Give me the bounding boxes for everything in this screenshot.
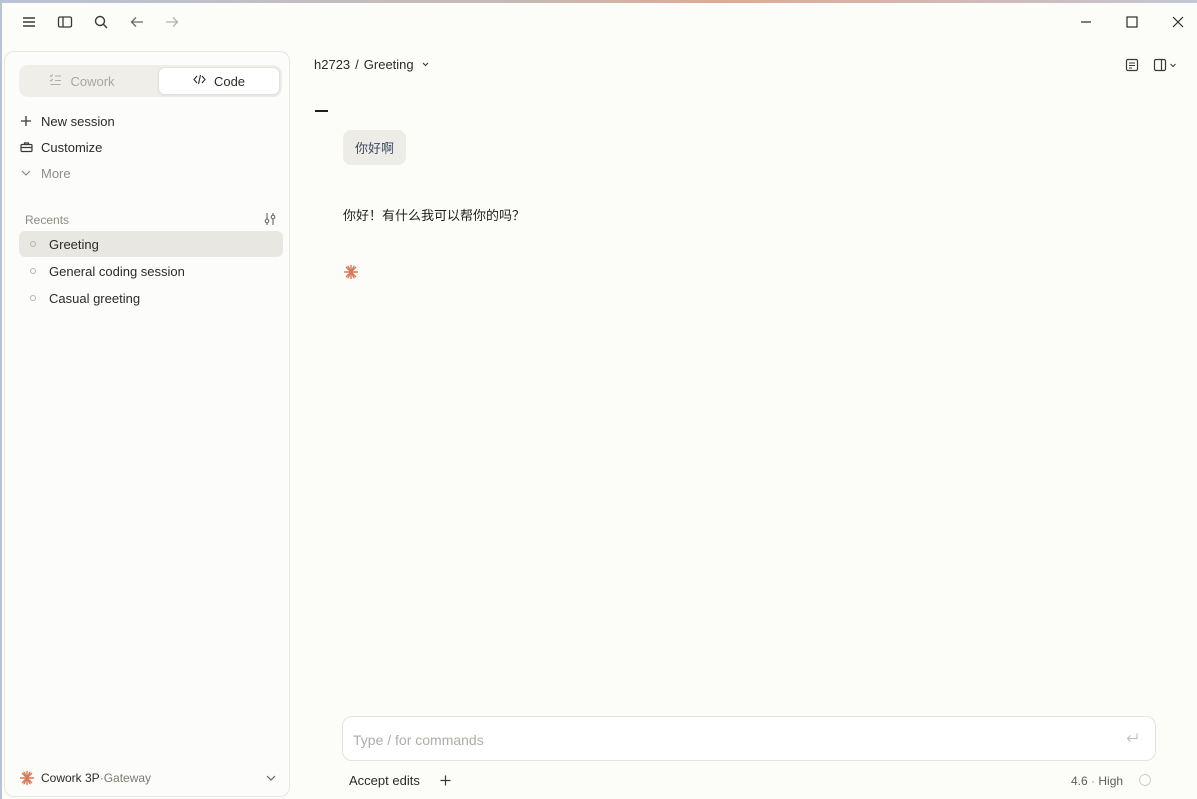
prompt-input[interactable] [353,729,1113,751]
more-label: More [41,165,71,181]
search-icon[interactable] [91,12,111,32]
mode-code-button[interactable]: Code [158,67,280,95]
session-status-dot [30,268,36,274]
account-switcher[interactable]: Cowork 3P · Gateway [19,768,277,788]
sidebar-toggle-icon[interactable] [55,12,75,32]
menu-icon[interactable] [19,12,39,32]
chevron-down-icon [11,167,41,179]
sidebar: Cowork Code New session Customize More R… [4,51,290,797]
text-cursor [315,110,328,112]
plus-icon [11,115,41,127]
briefcase-icon [11,141,41,153]
forward-arrow-icon[interactable] [162,12,182,32]
context-usage-indicator [1139,774,1151,786]
breadcrumb-project: h2723 [314,57,351,72]
user-message-bubble: 你好啊 [343,130,407,165]
recent-item-label: Greeting [49,236,99,252]
mode-cowork-label: Cowork [70,73,115,89]
enter-icon[interactable] [1125,731,1139,750]
assistant-message: 你好！有什么我可以帮你的吗？ [343,208,526,223]
breadcrumb-separator: / [355,57,359,72]
mode-cowork-button[interactable]: Cowork [21,67,143,95]
minimize-icon[interactable] [1076,12,1096,32]
account-sub: Gateway [103,771,152,785]
notes-icon[interactable] [1125,58,1139,72]
recents-title: Recents [25,213,70,227]
breadcrumb-session: Greeting [363,57,414,72]
model-separator: · [1087,774,1099,788]
recent-item-greeting[interactable]: Greeting [19,231,283,257]
session-status-dot [30,295,36,301]
effort-level: High [1098,774,1124,788]
recent-item-label: Casual greeting [49,290,141,306]
prompt-box [342,716,1156,761]
user-message-text: 你好啊 [355,141,395,156]
customize-label: Customize [41,139,103,155]
close-icon[interactable] [1168,12,1188,32]
add-attachment-button[interactable] [437,772,453,788]
maximize-icon[interactable] [1122,12,1142,32]
checklist-icon [49,73,62,89]
session-status-dot [30,241,36,247]
title-bar [2,3,1197,41]
new-session-button[interactable]: New session [19,109,282,133]
chevron-down-icon [421,60,430,69]
recents-header: Recents [25,212,277,228]
recent-item-general-coding-session[interactable]: General coding session [19,258,283,284]
mode-toggle: Cowork Code [19,65,282,97]
account-name: Cowork 3P [41,771,100,785]
plus-icon [440,775,451,786]
accept-edits-button[interactable]: Accept edits [349,773,420,788]
breadcrumb[interactable]: h2723 / Greeting [314,57,430,72]
mode-code-label: Code [213,73,246,89]
model-version: 4.6 [1071,774,1088,788]
panel-toggle-icon[interactable] [1153,58,1177,72]
recent-item-label: General coding session [49,263,185,279]
code-icon [193,73,206,89]
recent-item-casual-greeting[interactable]: Casual greeting [19,285,283,311]
back-arrow-icon[interactable] [127,12,147,32]
new-session-label: New session [41,113,115,129]
customize-button[interactable]: Customize [19,135,282,159]
filter-sliders-icon[interactable] [263,212,277,229]
more-button[interactable]: More [19,161,282,185]
spark-logo-icon [19,770,35,786]
model-selector[interactable]: 4.6 · High [1071,774,1123,788]
app-window: Cowork Code New session Customize More R… [2,3,1197,799]
spark-loading-icon [343,264,359,285]
chevron-down-icon [265,772,277,784]
